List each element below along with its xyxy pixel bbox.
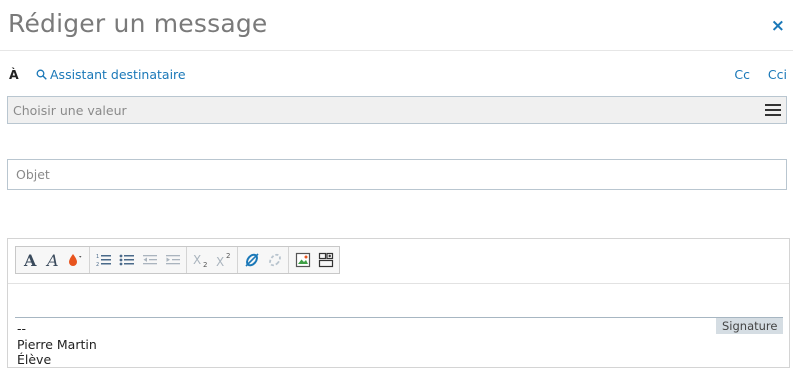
recipient-assistant-link[interactable]: Assistant destinataire	[36, 67, 186, 82]
signature-line: Pierre Martin	[17, 336, 97, 352]
subject-input[interactable]	[8, 160, 786, 189]
ordered-list-icon[interactable]: 1 2	[92, 248, 115, 272]
indent-icon[interactable]	[161, 248, 184, 272]
insert-link-icon[interactable]	[240, 248, 263, 272]
svg-text:X: X	[193, 253, 201, 267]
signature-line: --	[17, 321, 27, 336]
editor-toolbar: A A 1 2 X 2 X 2	[15, 246, 340, 274]
assistant-label: Assistant destinataire	[50, 67, 186, 82]
svg-text:A: A	[23, 252, 37, 268]
text-color-icon[interactable]	[64, 248, 87, 272]
remove-link-icon[interactable]	[263, 248, 286, 272]
signature-block[interactable]: -- Pierre Martin Élève	[17, 321, 97, 368]
italic-icon[interactable]: A	[41, 248, 64, 272]
compose-header: Rédiger un message ×	[0, 0, 793, 51]
bold-icon[interactable]: A	[18, 248, 41, 272]
recipient-select-placeholder: Choisir une valeur	[13, 103, 127, 118]
message-editor[interactable]: A A 1 2 X 2 X 2 Signature -- Pierre Mart…	[7, 238, 790, 368]
svg-text:1: 1	[96, 254, 99, 260]
subscript-icon[interactable]: X2	[189, 248, 212, 272]
toolbar-divider	[8, 283, 789, 284]
unordered-list-icon[interactable]	[115, 248, 138, 272]
svg-text:X: X	[216, 255, 224, 268]
insert-template-icon[interactable]	[314, 248, 337, 272]
subject-field-wrapper	[7, 159, 787, 190]
svg-text:2: 2	[203, 261, 207, 268]
outdent-icon[interactable]	[138, 248, 161, 272]
svg-text:2: 2	[96, 262, 99, 267]
signature-divider	[15, 317, 783, 318]
superscript-icon[interactable]: X2	[212, 248, 235, 272]
recipient-row: À Assistant destinataire Cc Cci	[0, 64, 793, 86]
signature-badge: Signature	[716, 318, 784, 334]
menu-icon[interactable]	[765, 104, 781, 116]
page-title: Rédiger un message	[8, 9, 268, 38]
cci-link[interactable]: Cci	[768, 67, 787, 82]
insert-image-icon[interactable]	[291, 248, 314, 272]
close-icon[interactable]: ×	[771, 16, 785, 36]
svg-text:2: 2	[226, 252, 230, 260]
recipient-select[interactable]: Choisir une valeur	[7, 96, 787, 124]
cc-link[interactable]: Cc	[734, 67, 750, 82]
svg-text:A: A	[45, 252, 59, 268]
to-label: À	[9, 67, 19, 82]
search-icon	[36, 69, 47, 80]
